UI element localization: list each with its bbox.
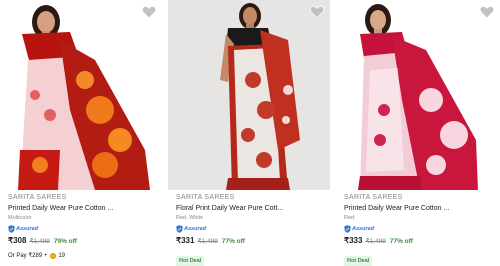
- saree-model-image: [18, 5, 150, 190]
- assured-label: Assured: [16, 226, 39, 232]
- assured-badge: Assured: [176, 224, 328, 234]
- product-color: Multicolor: [8, 215, 32, 221]
- product-image[interactable]: [336, 0, 500, 190]
- product-info: SARITA SAREES Floral Print Daily Wear Pu…: [176, 193, 328, 266]
- heart-icon: [141, 6, 157, 19]
- hot-deal-badge: Hot Deal: [176, 256, 205, 266]
- hot-deal-badge: Hot Deal: [344, 256, 373, 266]
- selling-price: ₹331: [176, 236, 195, 245]
- assured-shield-icon: [8, 225, 15, 233]
- product-brand: SARITA SAREES: [176, 194, 235, 201]
- discount-percent: 77% off: [221, 238, 245, 245]
- assured-badge: Assured: [344, 224, 496, 234]
- coin-count: 19: [58, 252, 66, 259]
- product-color: Red: [344, 215, 355, 221]
- pay-with-coins-label: Or Pay ₹289 +: [8, 253, 48, 259]
- original-price: ₹1,499: [29, 238, 50, 245]
- heart-icon: [479, 6, 495, 19]
- assured-label: Assured: [352, 226, 375, 232]
- assured-shield-icon: [344, 225, 351, 233]
- product-title[interactable]: Printed Daily Wear Pure Cotton ...: [8, 203, 160, 214]
- assured-label: Assured: [184, 226, 207, 232]
- discount-percent: 77% off: [389, 238, 413, 245]
- assured-shield-icon: [176, 225, 183, 233]
- price-row: ₹331 ₹1,499 77% off: [176, 236, 328, 249]
- wishlist-button[interactable]: [141, 4, 157, 20]
- assured-badge: Assured: [8, 224, 160, 234]
- supercoin-offer: Or Pay ₹289 + 19: [8, 250, 160, 261]
- product-brand: SARITA SAREES: [8, 194, 67, 201]
- price-row: ₹308 ₹1,499 79% off: [8, 236, 160, 249]
- discount-percent: 79% off: [53, 238, 77, 245]
- product-title[interactable]: Printed Daily Wear Pure Cotton ...: [344, 203, 496, 214]
- wishlist-button[interactable]: [309, 4, 325, 20]
- product-image[interactable]: [168, 0, 330, 190]
- price-row: ₹333 ₹1,499 77% off: [344, 236, 496, 249]
- saree-model-image: [358, 4, 478, 190]
- product-title[interactable]: Floral Print Daily Wear Pure Cott...: [176, 203, 328, 214]
- product-card[interactable]: SARITA SAREES Printed Daily Wear Pure Co…: [336, 0, 500, 266]
- product-card[interactable]: SARITA SAREES Printed Daily Wear Pure Co…: [0, 0, 164, 266]
- product-card[interactable]: SARITA SAREES Floral Print Daily Wear Pu…: [168, 0, 332, 266]
- wishlist-button[interactable]: [479, 4, 495, 20]
- heart-icon: [309, 6, 325, 19]
- product-grid: SARITA SAREES Printed Daily Wear Pure Co…: [0, 0, 500, 266]
- product-brand: SARITA SAREES: [344, 194, 403, 201]
- saree-model-image: [168, 0, 330, 190]
- product-image[interactable]: [0, 0, 164, 190]
- original-price: ₹1,499: [197, 238, 218, 245]
- selling-price: ₹308: [8, 236, 27, 245]
- selling-price: ₹333: [344, 236, 363, 245]
- original-price: ₹1,499: [365, 238, 386, 245]
- product-color: Red, White: [176, 215, 204, 221]
- product-info: SARITA SAREES Printed Daily Wear Pure Co…: [344, 193, 496, 266]
- product-info: SARITA SAREES Printed Daily Wear Pure Co…: [8, 193, 160, 261]
- supercoin-icon: [50, 252, 57, 259]
